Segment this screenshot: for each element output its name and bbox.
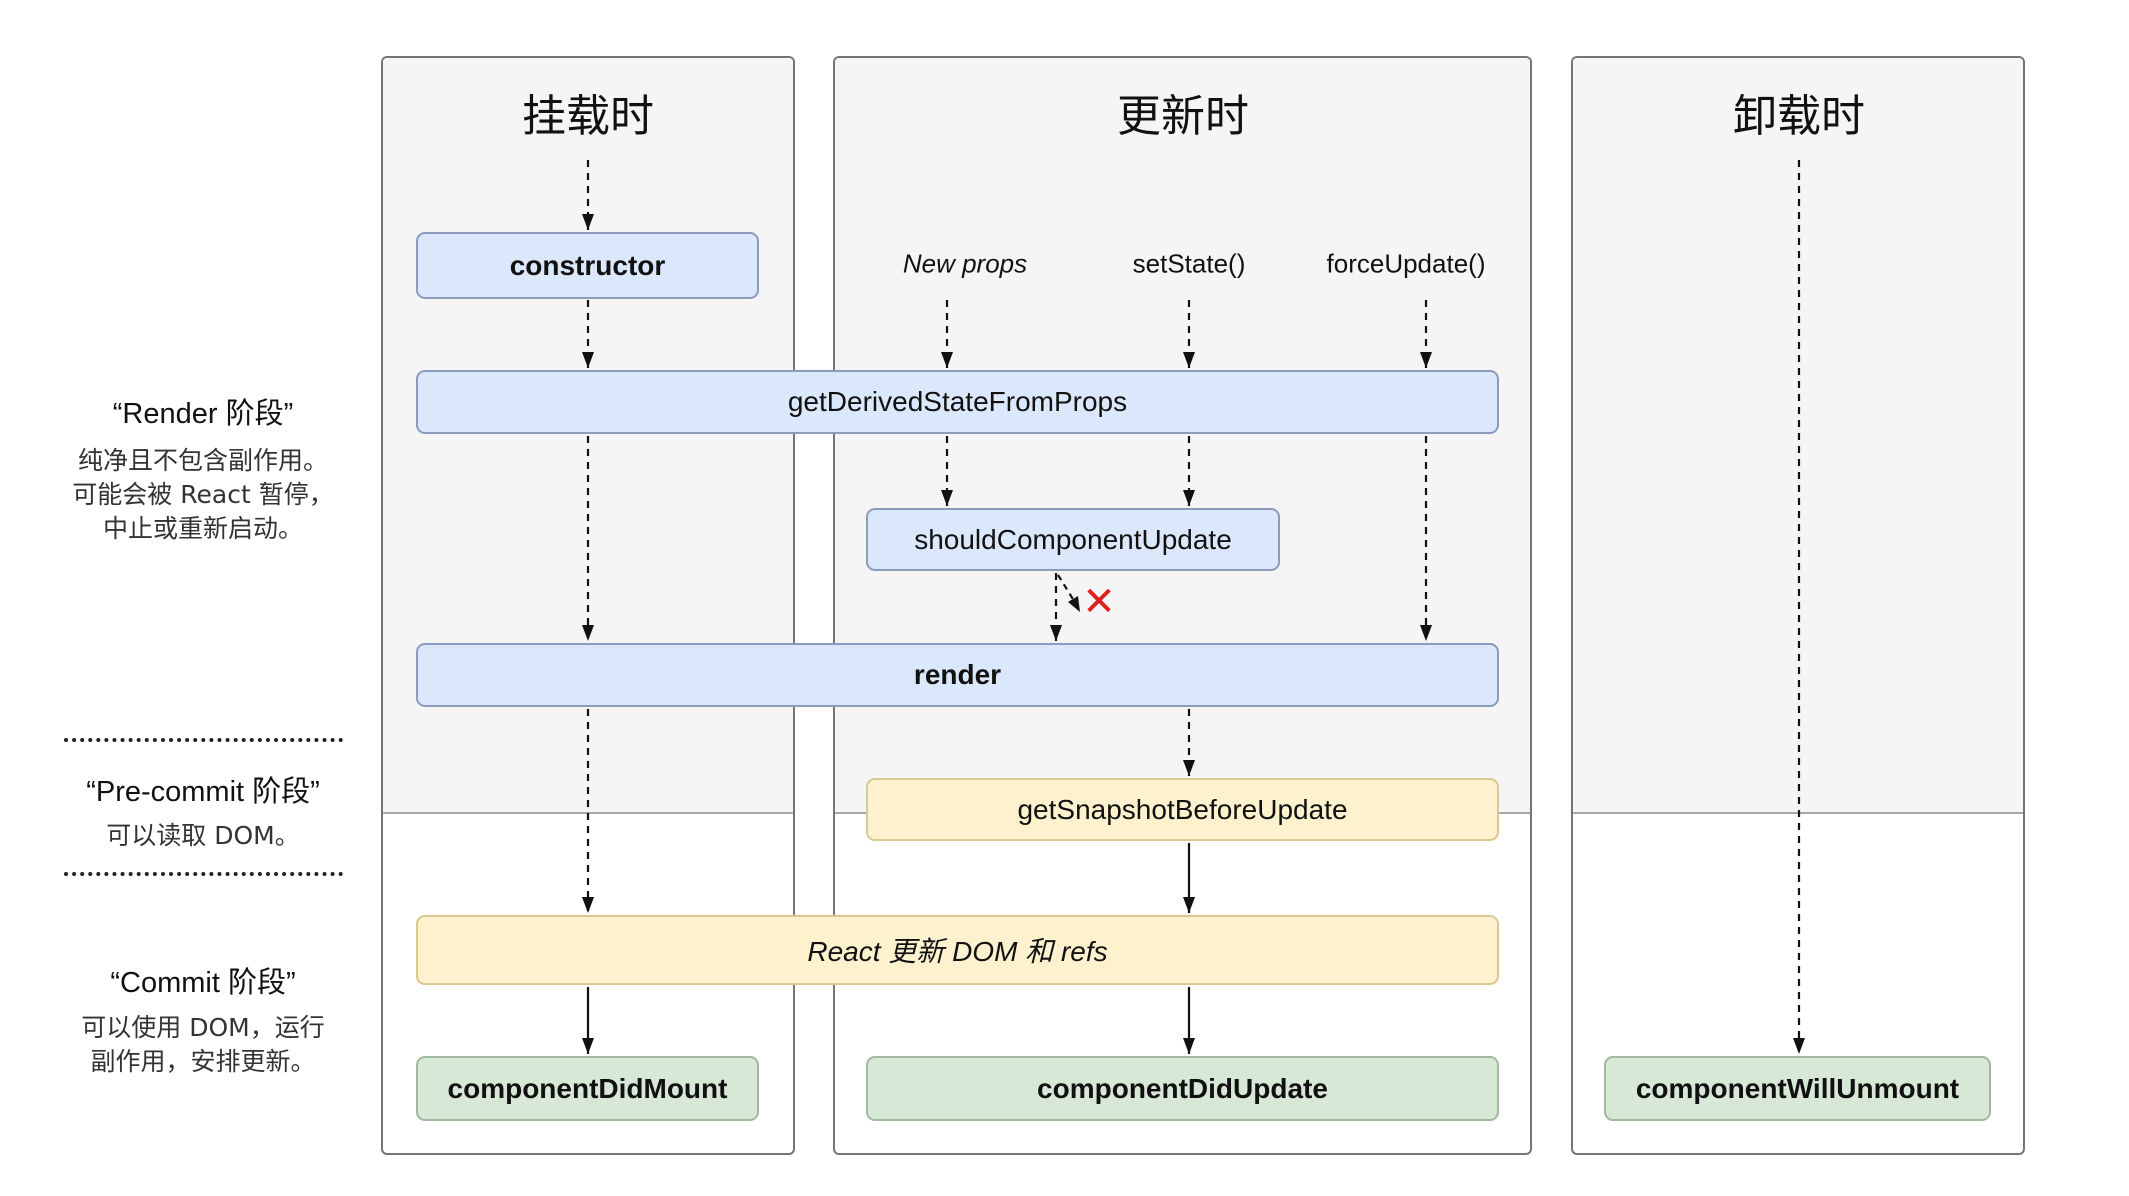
trigger-force-update: forceUpdate() (1326, 248, 1486, 279)
get-derived-state-from-props-box: getDerivedStateFromProps (416, 370, 1499, 434)
trigger-new-props: New props (902, 248, 1028, 279)
component-did-update-box: componentDidUpdate (866, 1056, 1499, 1121)
component-did-mount-box: componentDidMount (416, 1056, 759, 1121)
trigger-set-state: setState() (1132, 248, 1246, 279)
component-will-unmount-box: componentWillUnmount (1604, 1056, 1991, 1121)
get-snapshot-before-update-box: getSnapshotBeforeUpdate (866, 778, 1499, 841)
should-component-update-box: shouldComponentUpdate (866, 508, 1280, 571)
flow-arrows (582, 160, 1805, 1054)
react-updates-dom-box: React 更新 DOM 和 refs (416, 915, 1499, 985)
constructor-box: constructor (416, 232, 759, 299)
skip-x-icon: ✕ (1082, 580, 1116, 624)
render-box: render (416, 643, 1499, 707)
